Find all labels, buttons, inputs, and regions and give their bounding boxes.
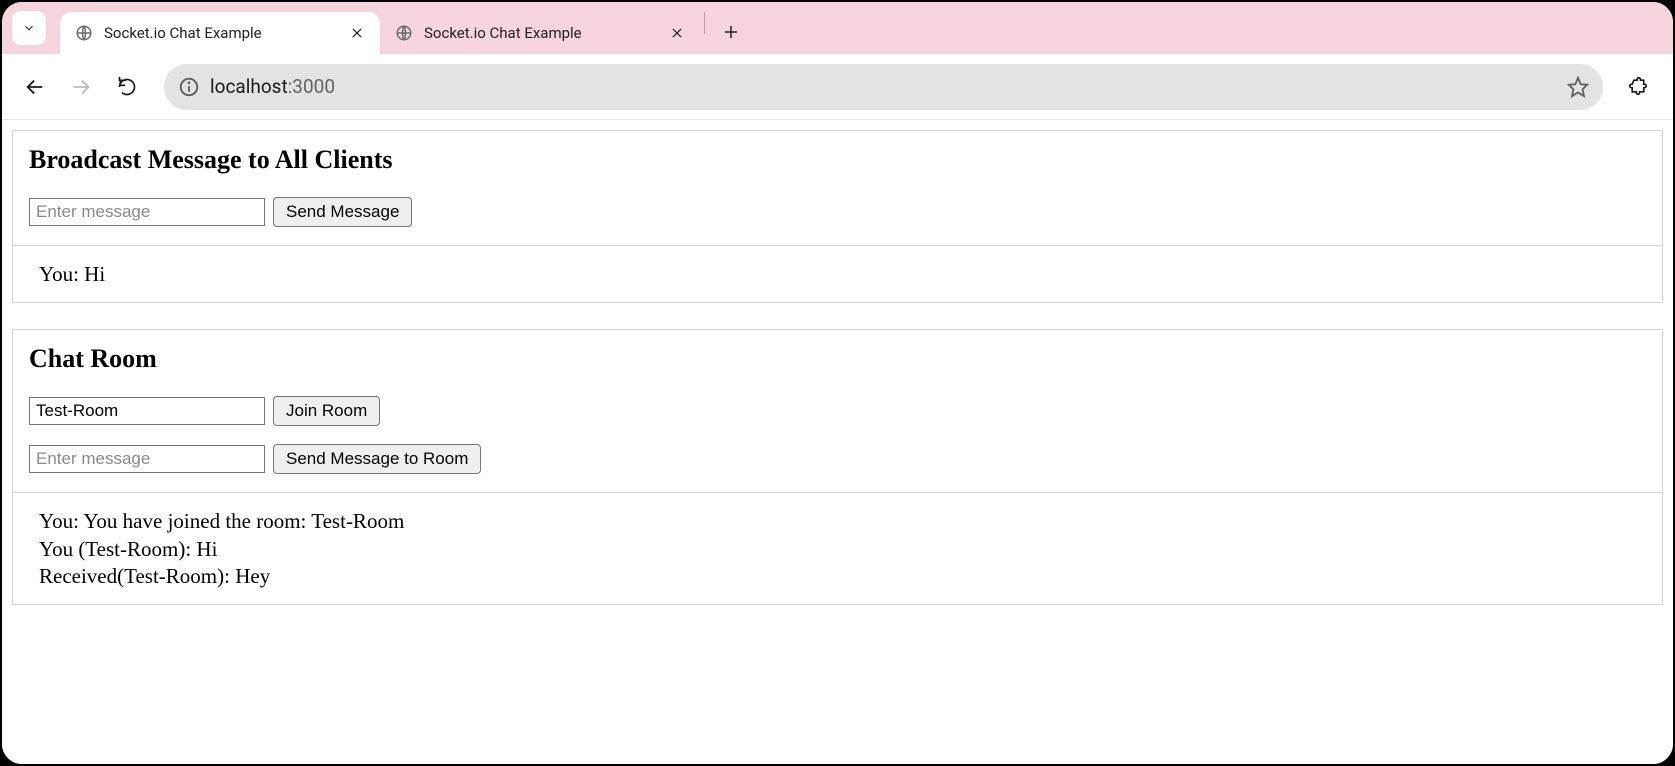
room-message-input[interactable]: [29, 445, 265, 473]
tab-title: Socket.io Chat Example: [104, 24, 348, 42]
arrow-right-icon: [70, 76, 92, 98]
tab-active[interactable]: Socket.io Chat Example: [60, 12, 380, 54]
url-text: localhost:3000: [210, 75, 1557, 98]
tab-separator: [704, 12, 705, 34]
broadcast-message-input[interactable]: [29, 198, 265, 226]
close-icon: [350, 26, 364, 40]
chatroom-panel: Chat Room Join Room Send Message to Room…: [12, 329, 1663, 605]
back-button[interactable]: [16, 68, 54, 106]
url-rest: :3000: [288, 75, 335, 98]
address-bar[interactable]: localhost:3000: [164, 64, 1603, 110]
close-icon: [670, 26, 684, 40]
tab-close-button[interactable]: [348, 24, 366, 42]
arrow-left-icon: [24, 76, 46, 98]
reload-button[interactable]: [108, 68, 146, 106]
plus-icon: [722, 23, 740, 41]
broadcast-heading: Broadcast Message to All Clients: [29, 145, 1646, 175]
star-icon: [1567, 76, 1589, 98]
extensions-button[interactable]: [1621, 68, 1659, 106]
site-info-icon[interactable]: [178, 76, 200, 98]
room-join-row: Join Room: [29, 396, 1646, 426]
reload-icon: [117, 77, 137, 97]
tablist-dropdown-button[interactable]: [12, 11, 46, 45]
tab-strip: Socket.io Chat Example Socket.io Chat Ex…: [2, 2, 1673, 54]
bookmark-button[interactable]: [1567, 76, 1589, 98]
join-room-button[interactable]: Join Room: [273, 396, 380, 426]
chatroom-heading: Chat Room: [29, 344, 1646, 374]
page-viewport[interactable]: Broadcast Message to All Clients Send Me…: [2, 120, 1673, 764]
tab-title: Socket.io Chat Example: [424, 24, 668, 42]
new-tab-button[interactable]: [715, 16, 747, 48]
log-line: Received(Test-Room): Hey: [39, 563, 1636, 589]
room-log: You: You have joined the room: Test-Room…: [13, 492, 1662, 604]
log-line: You (Test-Room): Hi: [39, 536, 1636, 562]
puzzle-icon: [1629, 76, 1651, 98]
broadcast-log: You: Hi: [13, 245, 1662, 302]
url-host: localhost: [210, 75, 288, 98]
room-name-input[interactable]: [29, 397, 265, 425]
room-message-row: Send Message to Room: [29, 444, 1646, 474]
browser-toolbar: localhost:3000: [2, 54, 1673, 120]
tab-inactive[interactable]: Socket.io Chat Example: [380, 12, 700, 54]
broadcast-form-row: Send Message: [29, 197, 1646, 227]
globe-icon: [74, 23, 94, 43]
log-line: You: You have joined the room: Test-Room: [39, 508, 1636, 534]
chevron-down-icon: [22, 21, 36, 35]
room-send-button[interactable]: Send Message to Room: [273, 444, 481, 474]
browser-window: Socket.io Chat Example Socket.io Chat Ex…: [0, 0, 1675, 766]
broadcast-panel: Broadcast Message to All Clients Send Me…: [12, 130, 1663, 303]
globe-icon: [394, 23, 414, 43]
broadcast-send-button[interactable]: Send Message: [273, 197, 412, 227]
tab-close-button[interactable]: [668, 24, 686, 42]
log-line: You: Hi: [39, 261, 1636, 287]
forward-button[interactable]: [62, 68, 100, 106]
